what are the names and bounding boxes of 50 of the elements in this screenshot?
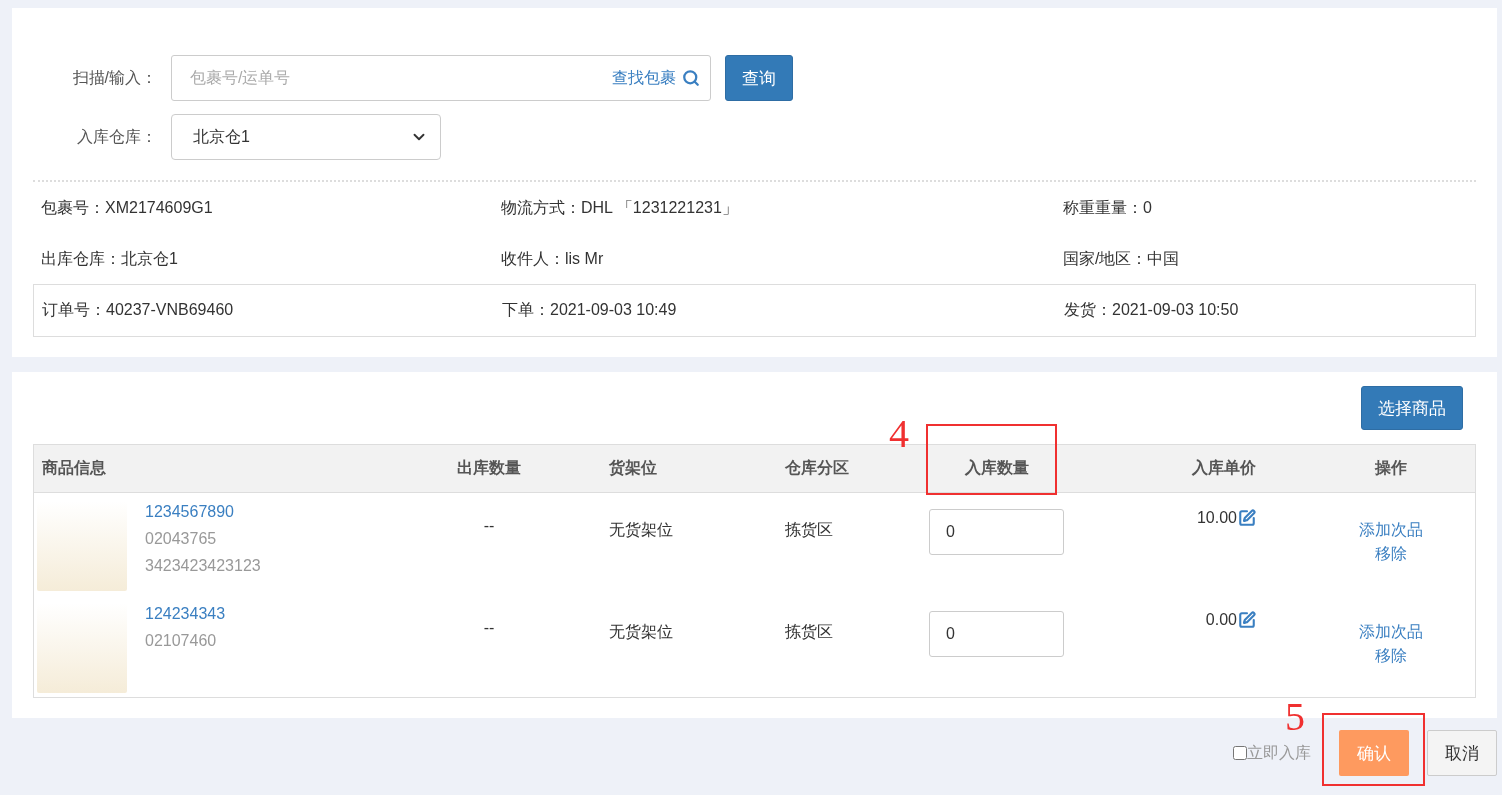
column-header: 操作 bbox=[1373, 458, 1408, 478]
search-field[interactable]: 包裹号/运单号 查找包裹 bbox=[171, 55, 711, 101]
product-code: 02107460 bbox=[145, 632, 218, 650]
field-label: 扫描/输入： bbox=[71, 67, 157, 88]
table-cell-text: -- bbox=[482, 618, 496, 637]
info-text: 下单：2021-09-03 10:49 bbox=[501, 300, 678, 320]
column-header: 仓库分区 bbox=[784, 458, 850, 478]
product-code: 3423423423123 bbox=[145, 557, 261, 575]
column-header: 入库数量 bbox=[963, 458, 1030, 478]
action-link[interactable]: 添加次品 bbox=[1358, 518, 1423, 542]
column-header: 出库数量 bbox=[456, 458, 522, 478]
table-cell-text: 无货架位 bbox=[608, 520, 674, 540]
quantity-input[interactable]: 0 bbox=[929, 509, 1064, 555]
action-link[interactable]: 移除 bbox=[1374, 542, 1407, 566]
info-text: 收件人：lis Mr bbox=[500, 249, 605, 269]
unit-price: 0.00 bbox=[1205, 611, 1237, 629]
action-link[interactable]: 移除 bbox=[1374, 644, 1407, 668]
info-text: 物流方式：DHL 「1231221231」 bbox=[500, 198, 739, 218]
cancel-button[interactable]: 取消 bbox=[1427, 730, 1497, 776]
select-product-button[interactable]: 选择商品 bbox=[1361, 386, 1463, 430]
query-button[interactable]: 查询 bbox=[725, 55, 793, 101]
column-header: 商品信息 bbox=[41, 458, 107, 478]
edit-icon[interactable] bbox=[1238, 611, 1256, 629]
table-cell-text: -- bbox=[482, 516, 496, 535]
info-text: 称重重量：0 bbox=[1062, 198, 1153, 218]
table-cell-text: 拣货区 bbox=[784, 622, 834, 642]
product-sku-link[interactable]: 1234567890 bbox=[145, 503, 261, 521]
info-text: 国家/地区：中国 bbox=[1062, 249, 1181, 269]
checkbox[interactable] bbox=[1233, 746, 1247, 760]
unit-price: 10.00 bbox=[1196, 509, 1237, 527]
info-text: 订单号：40237-VNB69460 bbox=[41, 300, 235, 320]
table-cell-text: 拣货区 bbox=[784, 520, 834, 540]
annotation-number: 5 bbox=[1285, 697, 1305, 737]
column-header: 货架位 bbox=[608, 458, 658, 479]
action-link[interactable]: 添加次品 bbox=[1358, 620, 1423, 644]
info-text: 包裹号：XM2174609G1 bbox=[40, 198, 214, 218]
column-header: 入库单价 bbox=[1191, 458, 1257, 478]
annotation-number: 4 bbox=[889, 414, 909, 454]
find-package-link[interactable]: 查找包裹 bbox=[612, 67, 700, 89]
warehouse-select[interactable]: 北京仓1 bbox=[171, 114, 441, 160]
search-icon bbox=[682, 69, 700, 87]
field-label: 入库仓库： bbox=[76, 126, 157, 147]
instant-stock-in-checkbox[interactable]: 立即入库 bbox=[1233, 742, 1311, 764]
info-text: 出库仓库：北京仓1 bbox=[40, 249, 179, 269]
edit-icon[interactable] bbox=[1238, 509, 1256, 527]
product-code: 02043765 bbox=[145, 530, 218, 548]
quantity-input[interactable]: 0 bbox=[929, 611, 1064, 657]
table-cell-text: 无货架位 bbox=[608, 622, 674, 642]
product-sku-link[interactable]: 124234343 bbox=[145, 605, 226, 623]
info-text: 发货：2021-09-03 10:50 bbox=[1063, 300, 1240, 320]
